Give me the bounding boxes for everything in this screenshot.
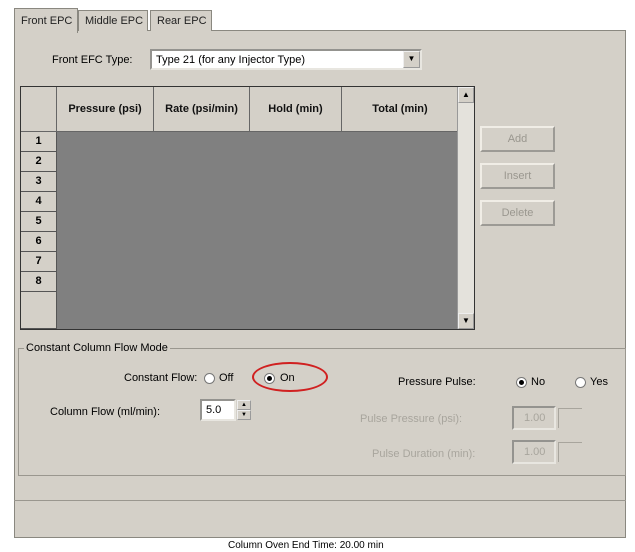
constant-flow-label: Constant Flow:: [124, 372, 198, 384]
pulse-pressure-label: Pulse Pressure (psi):: [360, 413, 463, 425]
col-header-pressure[interactable]: Pressure (psi): [57, 87, 154, 132]
grid-scrollbar[interactable]: ▲ ▼: [457, 87, 474, 329]
row-header[interactable]: 7: [21, 252, 57, 272]
radio-selected-dot: [519, 380, 524, 385]
pulse-pressure-stepper[interactable]: [558, 408, 582, 428]
spin-up-icon[interactable]: ▲: [237, 400, 251, 410]
group-title: Constant Column Flow Mode: [24, 342, 170, 354]
ramp-table[interactable]: Pressure (psi) Rate (psi/min) Hold (min)…: [20, 86, 475, 330]
tab-rear-epc[interactable]: Rear EPC: [150, 10, 212, 31]
pressure-pulse-no-radio[interactable]: [516, 377, 527, 388]
pulse-duration-label: Pulse Duration (min):: [372, 448, 476, 460]
red-highlight-circle: [252, 362, 328, 392]
row-header[interactable]: 4: [21, 192, 57, 212]
end-time-value: 20.00 min: [339, 540, 384, 551]
row-header[interactable]: 8: [21, 272, 57, 292]
column-flow-label: Column Flow (ml/min):: [50, 406, 161, 418]
constant-flow-off-radio[interactable]: [204, 373, 215, 384]
no-label: No: [531, 376, 546, 388]
col-header-rate[interactable]: Rate (psi/min): [154, 87, 250, 132]
add-button[interactable]: Add: [480, 126, 555, 152]
scroll-up-icon[interactable]: ▲: [458, 87, 474, 103]
status-divider: [14, 500, 626, 539]
pressure-pulse-label: Pressure Pulse:: [398, 376, 476, 388]
delete-button[interactable]: Delete: [480, 200, 555, 226]
col-header-total[interactable]: Total (min): [342, 87, 459, 132]
grid-corner: [21, 87, 57, 132]
chevron-down-icon[interactable]: ▼: [403, 51, 420, 68]
row-header[interactable]: 1: [21, 132, 57, 152]
efc-type-value: Type 21 (for any Injector Type): [156, 54, 305, 66]
column-flow-input[interactable]: 5.0: [200, 399, 236, 421]
pulse-pressure-input[interactable]: 1.00: [512, 406, 556, 430]
pulse-duration-value: 1.00: [524, 446, 546, 458]
pressure-pulse-yes-radio[interactable]: [575, 377, 586, 388]
row-header[interactable]: 2: [21, 152, 57, 172]
tab-front-epc[interactable]: Front EPC: [14, 8, 78, 33]
spin-down-icon[interactable]: ▼: [237, 410, 251, 420]
off-label: Off: [219, 372, 234, 384]
pulse-pressure-value: 1.00: [524, 412, 546, 424]
tab-middle-epc[interactable]: Middle EPC: [78, 10, 148, 31]
yes-label: Yes: [590, 376, 608, 388]
row-header[interactable]: 3: [21, 172, 57, 192]
insert-button[interactable]: Insert: [480, 163, 555, 189]
efc-type-select[interactable]: Type 21 (for any Injector Type) ▼: [150, 49, 422, 70]
end-time-label: Column Oven End Time:: [228, 540, 337, 551]
row-header[interactable]: 6: [21, 232, 57, 252]
row-header[interactable]: 5: [21, 212, 57, 232]
pulse-duration-input[interactable]: 1.00: [512, 440, 556, 464]
column-oven-end-time: Column Oven End Time: 20.00 min: [228, 540, 384, 551]
pulse-duration-stepper[interactable]: [558, 442, 582, 462]
column-flow-value: 5.0: [206, 404, 222, 416]
col-header-hold[interactable]: Hold (min): [250, 87, 342, 132]
scroll-down-icon[interactable]: ▼: [458, 313, 474, 329]
column-flow-stepper[interactable]: ▲ ▼: [237, 400, 251, 420]
efc-type-label: Front EFC Type:: [52, 54, 133, 66]
row-header-filler: [21, 292, 57, 329]
